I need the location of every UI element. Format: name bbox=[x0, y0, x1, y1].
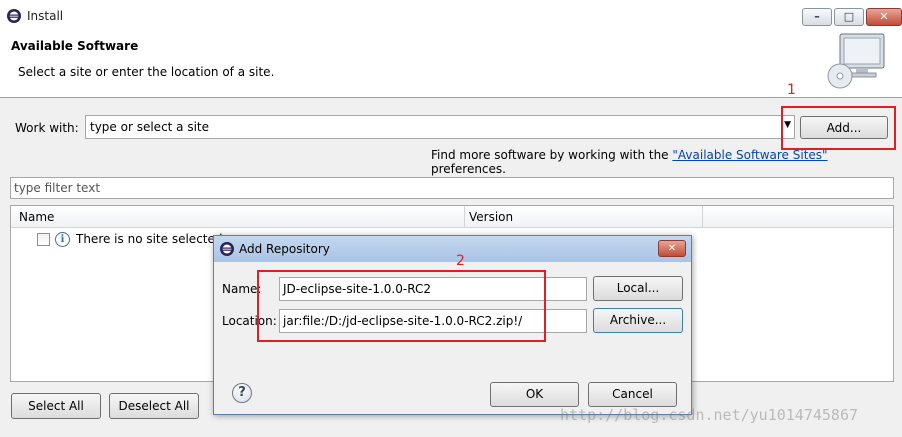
work-with-label: Work with: bbox=[15, 121, 79, 135]
work-with-combo[interactable]: type or select a site ▼ bbox=[85, 115, 795, 139]
info-icon: i bbox=[55, 232, 70, 247]
maximize-button[interactable]: □ bbox=[834, 8, 864, 26]
column-divider bbox=[702, 206, 703, 228]
close-icon: ✕ bbox=[667, 243, 677, 254]
watermark: http://blog.csdn.net/yu1014745867 bbox=[560, 406, 859, 424]
local-button[interactable]: Local... bbox=[593, 276, 683, 301]
deselect-all-label: Deselect All bbox=[118, 399, 190, 413]
column-name[interactable]: Name bbox=[19, 210, 54, 224]
ok-button[interactable]: OK bbox=[490, 382, 579, 407]
window-titlebar: Install – □ ✕ bbox=[0, 0, 902, 32]
cancel-button-label: Cancel bbox=[612, 387, 653, 401]
row-name: There is no site selected. bbox=[76, 232, 227, 246]
find-more-text: Find more software by working with the "… bbox=[431, 148, 902, 176]
eclipse-icon bbox=[220, 242, 234, 256]
archive-button-label: Archive... bbox=[609, 313, 667, 327]
archive-button[interactable]: Archive... bbox=[593, 308, 683, 333]
annotation-box-1 bbox=[781, 106, 896, 150]
annotation-label-1: 1 bbox=[787, 82, 796, 98]
select-all-button[interactable]: Select All bbox=[11, 393, 101, 419]
ok-button-label: OK bbox=[525, 387, 544, 401]
monitor-cd-icon bbox=[827, 33, 885, 89]
eclipse-icon bbox=[7, 9, 21, 23]
dialog-titlebar: Add Repository ✕ bbox=[214, 236, 691, 262]
maximize-icon: □ bbox=[843, 10, 855, 23]
cancel-button[interactable]: Cancel bbox=[588, 382, 677, 407]
window-title: Install bbox=[27, 9, 64, 23]
column-divider bbox=[464, 206, 465, 228]
filter-input[interactable]: type filter text bbox=[10, 177, 894, 199]
row-checkbox[interactable] bbox=[37, 233, 50, 246]
deselect-all-button[interactable]: Deselect All bbox=[109, 393, 199, 419]
close-icon: ✕ bbox=[879, 10, 889, 23]
close-button[interactable]: ✕ bbox=[866, 8, 902, 26]
column-version[interactable]: Version bbox=[469, 210, 513, 224]
find-more-prefix: Find more software by working with the bbox=[431, 148, 673, 162]
page-subtitle: Select a site or enter the location of a… bbox=[18, 65, 275, 79]
minimize-icon: – bbox=[814, 10, 820, 23]
page-title: Available Software bbox=[11, 39, 139, 53]
dialog-title: Add Repository bbox=[239, 242, 330, 256]
available-sites-link[interactable]: "Available Software Sites" bbox=[672, 148, 827, 162]
table-header: Name Version bbox=[11, 206, 893, 228]
work-with-value: type or select a site bbox=[90, 120, 210, 134]
wizard-header: Available Software Select a site or ente… bbox=[0, 32, 902, 98]
annotation-box-2 bbox=[257, 270, 546, 342]
select-all-label: Select All bbox=[28, 399, 84, 413]
find-more-suffix: preferences. bbox=[431, 162, 506, 176]
local-button-label: Local... bbox=[616, 281, 660, 295]
dialog-close-button[interactable]: ✕ bbox=[658, 240, 686, 257]
help-icon[interactable]: ? bbox=[232, 383, 252, 403]
name-label: Name: bbox=[222, 282, 262, 296]
minimize-button[interactable]: – bbox=[802, 8, 832, 26]
annotation-label-2: 2 bbox=[456, 253, 465, 269]
